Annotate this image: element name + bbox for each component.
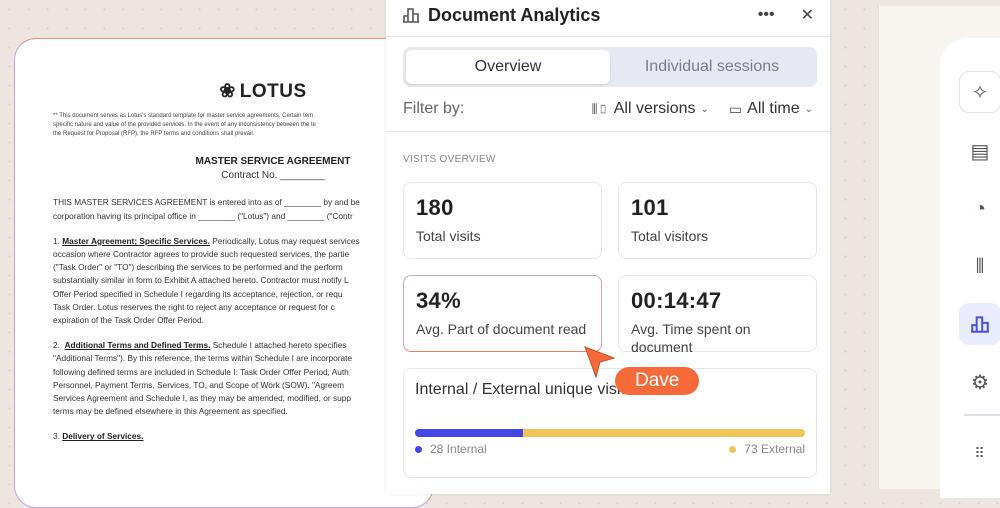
collaborator-cursor-icon: [584, 346, 616, 379]
panel-header: Document Analytics ••• ✕: [386, 0, 830, 37]
document-preview: ❀ LOTUS ** This document serves as Lotus'…: [14, 38, 434, 508]
internal-dot-icon: [415, 446, 422, 453]
calendar-icon: ▭: [728, 100, 743, 117]
legend-external: 73 External: [729, 442, 805, 456]
settings-icon: ⚙: [971, 371, 989, 394]
analytics-icon: [403, 8, 419, 23]
comment-icon: ▤: [970, 140, 990, 163]
document-note: ** This document serves as Lotus's stand…: [53, 113, 316, 138]
stat-card-total-visitors: 101 Total visitors: [618, 182, 817, 259]
chevron-down-icon: ⌄: [804, 103, 813, 115]
section-2: 2. Additional Terms and Defined Terms. S…: [53, 340, 353, 417]
ai-assistant-button[interactable]: ✧: [959, 71, 1000, 113]
internal-external-card: Internal / External unique visits 28 Int…: [403, 368, 817, 478]
stats-grid: 180 Total visits 101 Total visitors 34% Avg…: [386, 165, 830, 355]
sidebar-divider: [964, 414, 1000, 416]
more-options-button[interactable]: •••: [758, 6, 775, 24]
sparkle-icon: ✧: [971, 81, 989, 104]
section-heading: VISITS OVERVIEW: [403, 154, 496, 165]
history-button[interactable]: ◔: [959, 188, 1000, 230]
intro-paragraph: THIS MASTER SERVICES AGREEMENT is entere…: [53, 197, 360, 221]
panel-title: Document Analytics: [428, 4, 601, 25]
stat-card-part-read[interactable]: 34% Avg. Part of document read: [403, 275, 602, 352]
stat-card-total-visits: 180 Total visits: [403, 182, 602, 259]
chevron-down-icon: ⌄: [700, 103, 709, 115]
comments-button[interactable]: ▤: [959, 130, 1000, 172]
versions-dropdown[interactable]: ⫴▯ All versions ⌄: [592, 100, 709, 118]
analytics-button[interactable]: [959, 303, 1000, 345]
document-title: MASTER SERVICE AGREEMENT: [195, 156, 351, 168]
section-3: 3. Delivery of Services.: [53, 431, 144, 442]
section-1: 1. Master Agreement; Specific Services. …: [53, 235, 360, 326]
versions-button[interactable]: ⫴: [959, 246, 1000, 288]
filter-label: Filter by:: [403, 100, 465, 117]
internal-fill: [415, 429, 524, 437]
close-button[interactable]: ✕: [801, 5, 814, 25]
apps-grid-icon: ⠿: [974, 444, 986, 461]
external-dot-icon: [729, 446, 737, 453]
tab-overview[interactable]: Overview: [406, 50, 610, 84]
document-analytics-panel: Document Analytics ••• ✕ Overview Indivi…: [386, 0, 830, 494]
legend-internal: 28 Internal: [415, 442, 487, 456]
legend: 28 Internal 73 External: [415, 442, 805, 456]
settings-button[interactable]: ⚙: [959, 361, 1000, 403]
apps-button[interactable]: ⠿: [959, 432, 1000, 474]
lotus-icon: ❀: [219, 81, 236, 102]
versions-icon: ⫴: [975, 255, 985, 278]
tab-individual-sessions[interactable]: Individual sessions: [610, 50, 814, 84]
time-dropdown[interactable]: ▭ All time ⌄: [729, 100, 813, 118]
filter-bar: Filter by: ⫴▯ All versions ⌄ ▭ All time ⌄: [386, 87, 830, 132]
collaborator-name-tag: Dave: [615, 367, 700, 395]
analytics-icon: [971, 316, 989, 333]
versions-icon: ⫴▯: [591, 100, 609, 117]
view-tabs: Overview Individual sessions: [403, 47, 817, 87]
stat-card-time-spent: 00:14:47 Avg. Time spent on document: [618, 275, 817, 355]
history-icon: ◔: [973, 197, 987, 220]
visits-split-bar: [415, 429, 805, 437]
lotus-logo: ❀ LOTUS: [219, 81, 307, 102]
contract-number: Contract No. ________: [221, 170, 325, 182]
